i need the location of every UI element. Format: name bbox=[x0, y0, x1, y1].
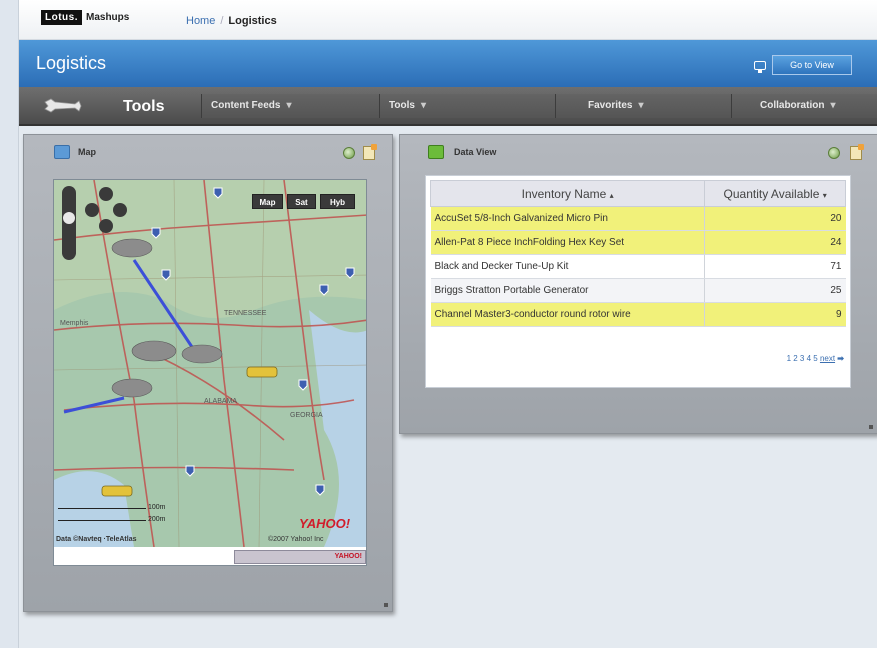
refresh-icon[interactable] bbox=[828, 147, 840, 159]
map-type-button[interactable]: Map bbox=[252, 194, 283, 209]
go-to-view-button[interactable]: Go to View bbox=[772, 55, 852, 75]
breadcrumb-separator: / bbox=[220, 15, 224, 27]
state-label: GEORGIA bbox=[290, 412, 323, 419]
breadcrumb-home-link[interactable]: Home bbox=[186, 15, 215, 27]
breadcrumb-current: Logistics bbox=[228, 15, 277, 27]
page-title-bar: Logistics Go to View bbox=[19, 40, 877, 87]
column-label: Quantity Available bbox=[723, 186, 820, 201]
go-to-view: Go to View bbox=[754, 55, 852, 75]
pagination: 1 2 3 4 5 next ➡ bbox=[787, 354, 844, 363]
chevron-down-icon: ▾ bbox=[638, 100, 644, 111]
widget-title: Map bbox=[78, 147, 96, 157]
table-row[interactable]: AccuSet 5/8-Inch Galvanized Micro Pin 20 bbox=[430, 206, 846, 231]
data-view-widget: Data View Inventory Name ▴ Quantity Avai… bbox=[399, 134, 877, 434]
map-footer: YAHOO! bbox=[54, 547, 366, 565]
quantity-cell: 25 bbox=[704, 278, 846, 303]
menu-favorites[interactable]: Favorites ▾ bbox=[555, 94, 731, 118]
scale-label: 200m bbox=[147, 516, 166, 523]
inventory-name-cell: Briggs Stratton Portable Generator bbox=[430, 278, 705, 303]
tools-toolbar: Tools Content Feeds ▾ Tools ▾ Favorites ▾ C… bbox=[19, 87, 877, 126]
refresh-icon[interactable] bbox=[343, 147, 355, 159]
inventory-name-cell: Black and Decker Tune-Up Kit bbox=[430, 254, 705, 279]
sort-arrow-icon: ▴ bbox=[609, 190, 614, 200]
map-icon bbox=[54, 145, 70, 159]
state-label: TENNESSEE bbox=[224, 310, 267, 317]
scale-label: 100m bbox=[147, 504, 166, 511]
quantity-cell: 20 bbox=[704, 206, 846, 231]
map-provider-logo: YAHOO! bbox=[234, 550, 366, 564]
next-page-link[interactable]: next bbox=[820, 354, 835, 363]
map-zoom-control[interactable] bbox=[62, 186, 76, 260]
menu-label: Favorites bbox=[588, 100, 633, 111]
edit-icon[interactable] bbox=[363, 144, 377, 160]
logo-mark: Lotus. bbox=[41, 10, 82, 25]
table-row[interactable]: Black and Decker Tune-Up Kit 71 bbox=[430, 254, 846, 279]
resize-handle[interactable] bbox=[869, 425, 873, 429]
monitor-icon bbox=[754, 60, 766, 73]
quantity-cell: 24 bbox=[704, 230, 846, 255]
table-icon bbox=[428, 145, 444, 159]
menu-tools[interactable]: Tools ▾ bbox=[379, 94, 555, 118]
menu-content-feeds[interactable]: Content Feeds ▾ bbox=[201, 94, 379, 118]
column-label: Inventory Name bbox=[521, 186, 607, 201]
breadcrumb: Home / Logistics bbox=[186, 15, 277, 27]
inventory-name-cell: AccuSet 5/8-Inch Galvanized Micro Pin bbox=[430, 206, 705, 231]
table-row[interactable]: Allen-Pat 8 Piece InchFolding Hex Key Se… bbox=[430, 230, 846, 255]
wrench-icon bbox=[44, 98, 82, 113]
top-bar: Lotus. Mashups Home / Logistics bbox=[19, 0, 877, 40]
table-header-row: Inventory Name ▴ Quantity Available ▾ bbox=[429, 180, 846, 207]
menu-label: Tools bbox=[389, 100, 415, 111]
menu-label: Collaboration bbox=[760, 100, 825, 111]
menu-collaboration[interactable]: Collaboration ▾ bbox=[731, 94, 877, 118]
app-frame: Lotus. Mashups Home / Logistics Logistic… bbox=[18, 0, 877, 648]
inventory-name-cell: Allen-Pat 8 Piece InchFolding Hex Key Se… bbox=[430, 230, 705, 255]
state-label: ALABAMA bbox=[204, 398, 238, 405]
inventory-name-cell: Channel Master3-conductor round rotor wi… bbox=[430, 302, 705, 327]
column-header-inventory-name[interactable]: Inventory Name ▴ bbox=[429, 180, 706, 207]
chevron-down-icon: ▾ bbox=[420, 100, 426, 111]
inventory-table: Inventory Name ▴ Quantity Available ▾ Ac… bbox=[429, 180, 846, 327]
toolbar-title: Tools bbox=[123, 98, 165, 115]
arrow-right-icon[interactable]: ➡ bbox=[837, 354, 844, 363]
chevron-down-icon: ▾ bbox=[830, 100, 836, 111]
map-data-credit: Data ©Navteq ·TeleAtlas bbox=[56, 536, 137, 543]
table-row[interactable]: Briggs Stratton Portable Generator 25 bbox=[430, 278, 846, 303]
column-header-quantity[interactable]: Quantity Available ▾ bbox=[704, 180, 846, 207]
sat-type-button[interactable]: Sat bbox=[287, 194, 316, 209]
page-links[interactable]: 1 2 3 4 5 bbox=[787, 354, 818, 363]
widget-title: Data View bbox=[454, 147, 497, 157]
hyb-type-button[interactable]: Hyb bbox=[320, 194, 355, 209]
map-scale-km: 200m bbox=[58, 516, 165, 523]
table-row[interactable]: Channel Master3-conductor round rotor wi… bbox=[430, 302, 846, 327]
quantity-cell: 9 bbox=[704, 302, 846, 327]
quantity-cell: 71 bbox=[704, 254, 846, 279]
map-canvas[interactable] bbox=[54, 180, 367, 547]
city-label: Memphis bbox=[60, 320, 89, 327]
sort-arrow-icon: ▾ bbox=[822, 190, 827, 200]
menu-label: Content Feeds bbox=[211, 100, 281, 111]
resize-handle[interactable] bbox=[384, 603, 388, 607]
chevron-down-icon: ▾ bbox=[286, 100, 292, 111]
map-widget: Map Map Sat Hyb Memphis TENNESSEE ALABAM… bbox=[23, 134, 393, 612]
map-brand-watermark: YAHOO! bbox=[299, 516, 351, 531]
map-copyright: ©2007 Yahoo! Inc bbox=[268, 536, 324, 543]
page-title: Logistics bbox=[36, 53, 107, 73]
map-scale-miles: 100m bbox=[58, 504, 165, 511]
data-table-container: Inventory Name ▴ Quantity Available ▾ Ac… bbox=[425, 175, 851, 388]
logo-text: Mashups bbox=[86, 12, 130, 23]
edit-icon[interactable] bbox=[850, 144, 864, 160]
product-logo[interactable]: Lotus. Mashups bbox=[41, 9, 129, 26]
map-view[interactable]: Map Sat Hyb Memphis TENNESSEE ALABAMA GE… bbox=[53, 179, 367, 566]
